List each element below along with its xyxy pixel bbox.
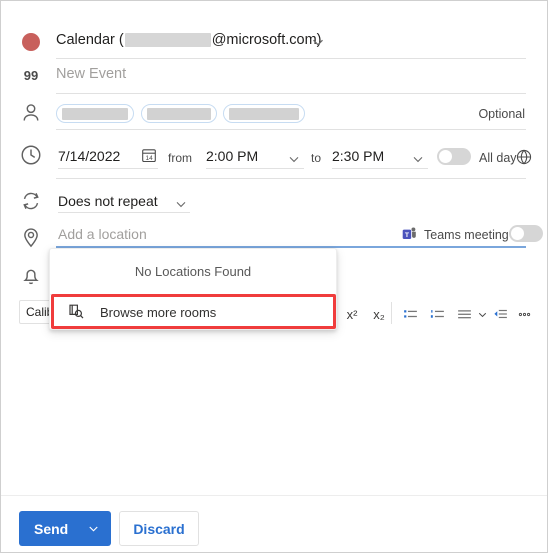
chevron-down-icon[interactable]	[173, 196, 189, 212]
bulleted-list-icon[interactable]	[400, 304, 420, 324]
chevron-down-icon[interactable]	[410, 151, 426, 167]
subscript-glyph: x₂	[373, 306, 385, 322]
redacted-email-local-part	[124, 33, 211, 47]
attendee-chip[interactable]	[56, 104, 134, 123]
toolbar-divider	[391, 302, 392, 324]
numbered-list-icon[interactable]	[427, 304, 447, 324]
calendar-label-suffix: @microsoft.com)	[211, 32, 322, 48]
align-icon[interactable]	[454, 304, 474, 324]
attendee-chip[interactable]	[223, 104, 305, 123]
chevron-down-icon[interactable]	[86, 521, 101, 536]
date-field-underline	[58, 168, 158, 169]
new-event-compose-window: Calendar ( @microsoft.com) 99 New Event O…	[0, 0, 548, 553]
all-day-toggle[interactable]	[437, 148, 471, 165]
clock-icon	[19, 143, 43, 167]
start-date-input[interactable]: 7/14/2022	[58, 148, 120, 164]
subscript-button[interactable]: x₂	[369, 304, 389, 324]
send-button-label: Send	[34, 520, 69, 537]
calendar-label-prefix: Calendar (	[56, 32, 124, 48]
redacted-attendee-name	[229, 108, 299, 120]
title-quote-glyph: 99	[23, 67, 39, 83]
teams-icon: T	[401, 225, 418, 242]
datetime-divider	[56, 178, 526, 179]
globe-icon[interactable]	[515, 148, 533, 166]
discard-button[interactable]: Discard	[119, 511, 199, 546]
redacted-attendee-name	[62, 108, 128, 120]
repeat-icon	[19, 189, 43, 213]
start-time-underline	[206, 168, 304, 169]
redacted-attendee-name	[147, 108, 211, 120]
event-title-input[interactable]: New Event	[56, 66, 126, 82]
location-suggestions-dropdown: No Locations Found Browse more rooms	[49, 248, 337, 330]
to-label: to	[311, 151, 322, 165]
end-time-underline	[332, 168, 428, 169]
bell-icon	[19, 263, 43, 287]
person-icon	[19, 101, 43, 125]
calendar-color-dot	[22, 33, 40, 51]
browse-more-rooms-item[interactable]: Browse more rooms	[50, 295, 336, 329]
recurrence-select[interactable]: Does not repeat	[58, 193, 158, 209]
indent-icon[interactable]	[490, 304, 510, 324]
start-time-input[interactable]: 2:00 PM	[206, 148, 258, 164]
ellipsis-icon[interactable]	[514, 304, 534, 324]
chevron-down-icon[interactable]	[286, 151, 302, 167]
recurrence-underline	[58, 212, 190, 213]
optional-attendees-button[interactable]: Optional	[478, 107, 525, 121]
footer-divider	[1, 495, 547, 496]
chevron-down-icon[interactable]	[472, 304, 492, 324]
title-quote-icon: 99	[19, 63, 43, 87]
from-label: from	[168, 151, 192, 165]
header-divider	[56, 58, 526, 59]
chevron-down-icon[interactable]	[309, 33, 327, 51]
superscript-glyph: x²	[346, 306, 358, 322]
all-day-label: All day	[479, 151, 517, 165]
location-input[interactable]: Add a location	[58, 226, 147, 242]
superscript-button[interactable]: x²	[342, 304, 362, 324]
calendar-account-label[interactable]: Calendar ( @microsoft.com)	[56, 32, 322, 48]
teams-meeting-toggle[interactable]	[509, 225, 543, 242]
end-time-input[interactable]: 2:30 PM	[332, 148, 384, 164]
attendee-chip[interactable]	[141, 104, 217, 123]
title-divider	[56, 93, 526, 94]
calendar-picker-day: 14	[145, 155, 153, 162]
location-pin-icon	[19, 225, 43, 249]
discard-button-label: Discard	[133, 520, 185, 537]
browse-more-rooms-label: Browse more rooms	[100, 304, 217, 320]
attendees-divider	[56, 129, 526, 130]
no-locations-message: No Locations Found	[134, 264, 252, 279]
teams-meeting-label: Teams meeting	[424, 228, 509, 242]
browse-rooms-icon	[66, 302, 86, 322]
calendar-picker-icon[interactable]: 14	[140, 146, 158, 164]
send-button[interactable]: Send	[19, 511, 111, 546]
